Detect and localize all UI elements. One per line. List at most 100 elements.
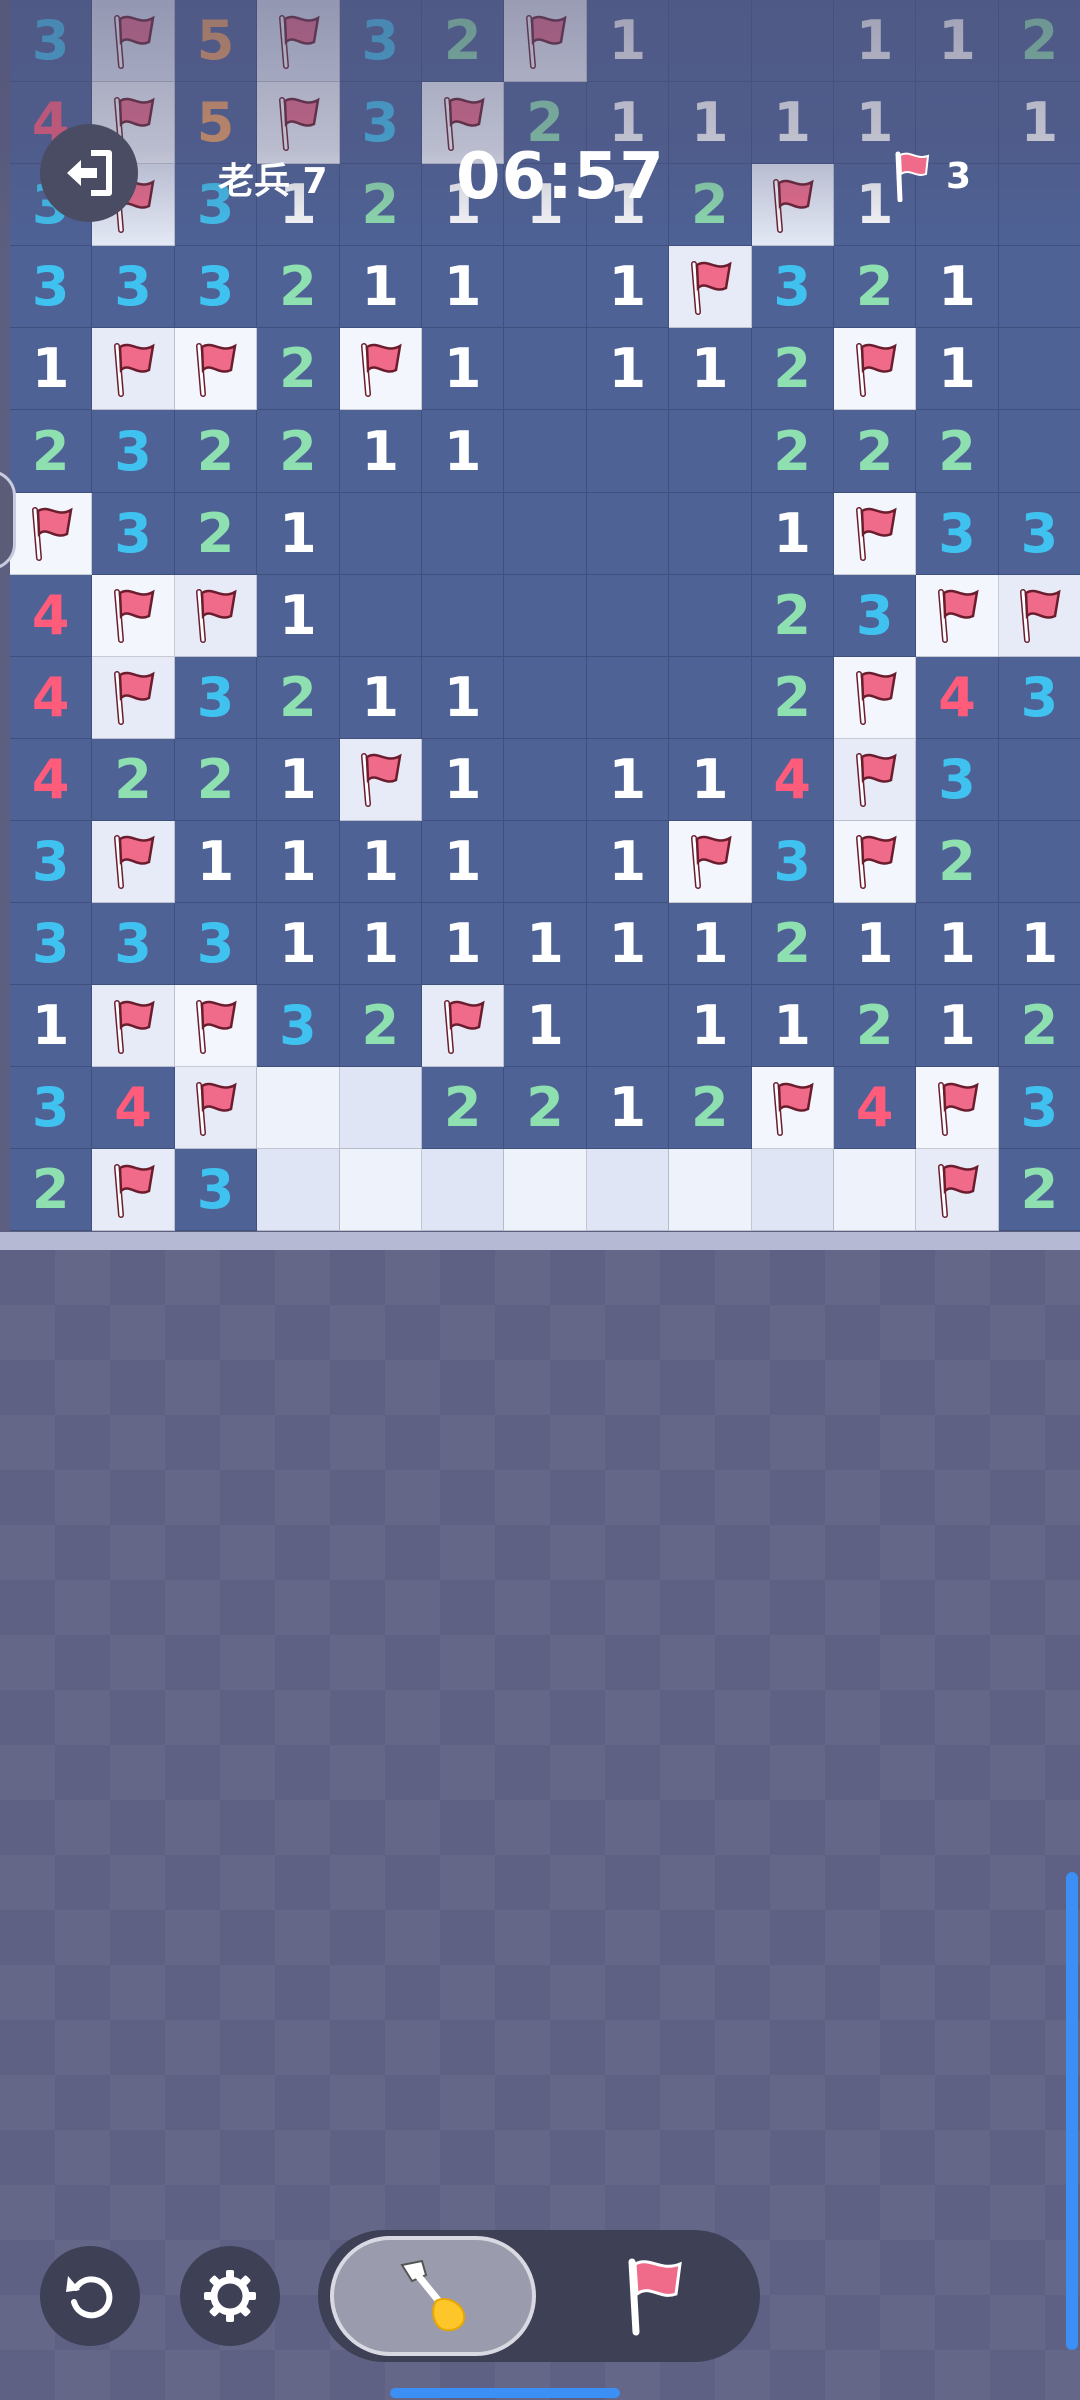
number-cell[interactable]: 3 [10, 1067, 93, 1150]
number-cell[interactable]: 3 [174, 903, 258, 986]
number-cell[interactable]: 1 [504, 985, 587, 1068]
empty-cell[interactable] [998, 246, 1080, 329]
empty-cell[interactable] [586, 492, 670, 575]
number-cell[interactable]: 1 [257, 738, 340, 821]
number-cell[interactable]: 2 [833, 246, 917, 329]
flag-mode-button[interactable] [558, 2236, 748, 2356]
flagged-cell[interactable] [92, 328, 175, 411]
number-cell[interactable]: 2 [504, 1067, 587, 1150]
number-cell[interactable]: 2 [751, 903, 834, 986]
number-cell[interactable]: 1 [421, 328, 505, 411]
number-cell[interactable]: 1 [339, 410, 422, 493]
flagged-cell[interactable] [916, 1149, 999, 1232]
number-cell[interactable]: 3 [92, 246, 175, 329]
empty-cell[interactable] [669, 410, 752, 493]
flagged-cell[interactable] [174, 1067, 258, 1150]
number-cell[interactable]: 4 [10, 656, 93, 739]
empty-cell[interactable] [504, 738, 587, 821]
number-cell[interactable]: 1 [257, 492, 340, 575]
undo-button[interactable] [40, 2246, 140, 2346]
flagged-cell[interactable] [833, 328, 917, 411]
number-cell[interactable]: 1 [586, 246, 670, 329]
hidden-cell[interactable] [257, 1149, 340, 1232]
hidden-cell[interactable] [586, 1149, 670, 1232]
empty-cell[interactable] [421, 492, 505, 575]
hidden-cell[interactable] [421, 1149, 505, 1232]
flagged-cell[interactable] [669, 246, 752, 329]
number-cell[interactable]: 1 [421, 903, 505, 986]
exit-button[interactable] [40, 124, 138, 222]
number-cell[interactable]: 4 [10, 574, 93, 657]
empty-cell[interactable] [504, 492, 587, 575]
flagged-cell[interactable] [833, 738, 917, 821]
number-cell[interactable]: 2 [257, 410, 340, 493]
number-cell[interactable]: 3 [751, 246, 834, 329]
flagged-cell[interactable] [92, 820, 175, 904]
flagged-cell[interactable] [833, 820, 917, 904]
hidden-cell[interactable] [833, 1149, 917, 1232]
number-cell[interactable]: 3 [10, 903, 93, 986]
number-cell[interactable]: 2 [174, 492, 258, 575]
number-cell[interactable]: 3 [92, 903, 175, 986]
number-cell[interactable]: 4 [10, 738, 93, 821]
flagged-cell[interactable] [421, 985, 505, 1068]
number-cell[interactable]: 3 [174, 1149, 258, 1232]
empty-cell[interactable] [504, 410, 587, 493]
number-cell[interactable]: 2 [998, 1149, 1080, 1232]
empty-cell[interactable] [669, 574, 752, 657]
dig-mode-button[interactable] [330, 2236, 536, 2356]
flagged-cell[interactable] [833, 492, 917, 575]
number-cell[interactable]: 1 [10, 985, 93, 1068]
hidden-cell[interactable] [504, 1149, 587, 1232]
flagged-cell[interactable] [339, 328, 422, 411]
number-cell[interactable]: 2 [92, 738, 175, 821]
number-cell[interactable]: 2 [669, 1067, 752, 1150]
flagged-cell[interactable] [339, 738, 422, 821]
flagged-cell[interactable] [998, 574, 1080, 657]
number-cell[interactable]: 2 [10, 1149, 93, 1232]
number-cell[interactable]: 3 [916, 738, 999, 821]
number-cell[interactable]: 1 [669, 328, 752, 411]
number-cell[interactable]: 1 [504, 903, 587, 986]
flagged-cell[interactable] [92, 985, 175, 1068]
number-cell[interactable]: 3 [92, 410, 175, 493]
empty-cell[interactable] [339, 492, 422, 575]
number-cell[interactable]: 2 [421, 1067, 505, 1150]
empty-cell[interactable] [504, 656, 587, 739]
number-cell[interactable]: 1 [669, 985, 752, 1068]
number-cell[interactable]: 2 [833, 985, 917, 1068]
empty-cell[interactable] [998, 328, 1080, 411]
number-cell[interactable]: 3 [751, 820, 834, 904]
number-cell[interactable]: 2 [751, 656, 834, 739]
number-cell[interactable]: 3 [833, 574, 917, 657]
number-cell[interactable]: 1 [586, 328, 670, 411]
number-cell[interactable]: 1 [174, 820, 258, 904]
number-cell[interactable]: 4 [916, 656, 999, 739]
number-cell[interactable]: 1 [586, 738, 670, 821]
number-cell[interactable]: 2 [751, 328, 834, 411]
hidden-cell[interactable] [339, 1067, 422, 1150]
number-cell[interactable]: 2 [339, 985, 422, 1068]
number-cell[interactable]: 1 [10, 328, 93, 411]
number-cell[interactable]: 3 [998, 1067, 1080, 1150]
empty-cell[interactable] [586, 656, 670, 739]
number-cell[interactable]: 2 [257, 246, 340, 329]
hidden-cell[interactable] [257, 1067, 340, 1150]
number-cell[interactable]: 3 [10, 820, 93, 904]
hidden-cell[interactable] [669, 1149, 752, 1232]
number-cell[interactable]: 1 [421, 246, 505, 329]
empty-cell[interactable] [669, 492, 752, 575]
number-cell[interactable]: 1 [751, 492, 834, 575]
number-cell[interactable]: 1 [421, 410, 505, 493]
empty-cell[interactable] [998, 820, 1080, 904]
settings-button[interactable] [180, 2246, 280, 2346]
number-cell[interactable]: 3 [916, 492, 999, 575]
empty-cell[interactable] [504, 246, 587, 329]
flagged-cell[interactable] [174, 328, 258, 411]
empty-cell[interactable] [586, 410, 670, 493]
empty-cell[interactable] [669, 656, 752, 739]
flagged-cell[interactable] [10, 492, 93, 575]
number-cell[interactable]: 1 [998, 903, 1080, 986]
empty-cell[interactable] [998, 410, 1080, 493]
number-cell[interactable]: 4 [751, 738, 834, 821]
